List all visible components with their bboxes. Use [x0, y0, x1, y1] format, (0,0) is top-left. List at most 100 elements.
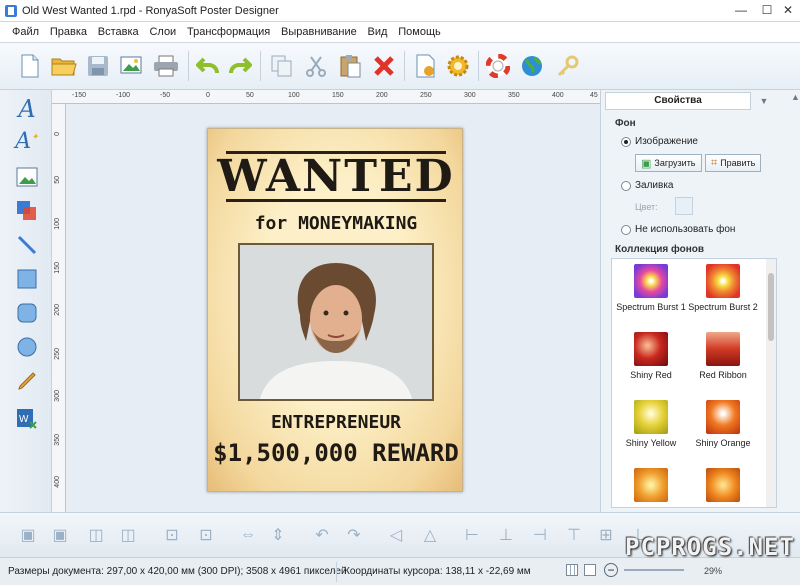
- export-word-icon[interactable]: W: [14, 406, 40, 432]
- cut-icon[interactable]: [302, 52, 330, 80]
- paste-icon[interactable]: [336, 52, 364, 80]
- radio-fill[interactable]: [621, 180, 631, 191]
- send-backward-icon[interactable]: ◫: [116, 523, 140, 547]
- delete-icon[interactable]: [370, 52, 398, 80]
- radio-image[interactable]: [621, 136, 631, 147]
- image-icon[interactable]: [14, 164, 40, 190]
- rotate-left-icon[interactable]: ↶: [310, 523, 334, 547]
- fit-page-icon[interactable]: [584, 564, 596, 576]
- menu-insert[interactable]: Вставка: [94, 22, 143, 42]
- grid-icon[interactable]: [566, 564, 578, 576]
- canvas-area[interactable]: -150 -100 -50 0 50 100 150 200 250 300 3…: [52, 90, 600, 512]
- menu-help[interactable]: Помощь: [394, 22, 445, 42]
- collection-scrollbar[interactable]: [766, 259, 776, 507]
- poster-title[interactable]: ENTREPRENEUR: [208, 412, 464, 433]
- poster-headline[interactable]: WANTED: [208, 151, 464, 202]
- line-icon[interactable]: [14, 232, 40, 258]
- load-button[interactable]: ▣ Загрузить: [635, 154, 702, 172]
- collection-item[interactable]: Red Ribbon: [684, 329, 762, 397]
- zoom-slider[interactable]: [624, 569, 684, 571]
- menu-view[interactable]: Вид: [364, 22, 392, 42]
- ruler-label: 50: [246, 92, 254, 99]
- zoom-level: 29%: [704, 566, 723, 576]
- new-file-icon[interactable]: [16, 52, 44, 80]
- zoom-out-icon[interactable]: −: [604, 563, 618, 577]
- page-settings-icon[interactable]: [412, 52, 440, 80]
- option-image[interactable]: Изображение: [621, 136, 698, 147]
- same-width-icon[interactable]: ⇔: [236, 523, 260, 547]
- undo-icon[interactable]: [194, 52, 222, 80]
- help-lifebuoy-icon[interactable]: [484, 52, 512, 80]
- menu-align[interactable]: Выравнивание: [277, 22, 361, 42]
- collection-item[interactable]: Shiny Red: [612, 329, 690, 397]
- align-middle-icon[interactable]: ⊞: [594, 523, 618, 547]
- curved-text-icon[interactable]: A✦: [14, 128, 40, 154]
- bring-forward-icon[interactable]: ◫: [84, 523, 108, 547]
- group-icon[interactable]: ⊡: [160, 523, 184, 547]
- align-center-icon[interactable]: ⊥: [494, 523, 518, 547]
- ungroup-icon[interactable]: ⊡: [194, 523, 218, 547]
- text-icon[interactable]: A: [14, 95, 40, 123]
- copy-icon[interactable]: [268, 52, 296, 80]
- gear-icon[interactable]: [444, 52, 472, 80]
- print-icon[interactable]: [152, 52, 180, 80]
- edit-button-label: Править: [720, 158, 756, 168]
- clipart-icon[interactable]: [14, 198, 40, 224]
- save-icon[interactable]: [84, 52, 112, 80]
- close-button[interactable]: ✕: [776, 0, 800, 21]
- open-folder-icon[interactable]: [50, 52, 78, 80]
- export-image-icon[interactable]: [118, 52, 146, 80]
- ruler-label: 150: [332, 92, 344, 99]
- radio-none[interactable]: [621, 224, 631, 235]
- send-back-icon[interactable]: ▣: [48, 523, 72, 547]
- align-left-icon[interactable]: ⊢: [460, 523, 484, 547]
- collection-item-label: Spectrum Burst 1: [616, 302, 686, 312]
- thumbnail: [706, 332, 740, 366]
- image-icon: ▣: [641, 157, 652, 170]
- chevron-down-icon[interactable]: ▼: [755, 92, 773, 110]
- collection-item[interactable]: Shiny Orange: [684, 397, 762, 465]
- option-none[interactable]: Не использовать фон: [621, 224, 735, 235]
- key-icon[interactable]: [554, 52, 582, 80]
- rotate-right-icon[interactable]: ↷: [342, 523, 366, 547]
- color-swatch[interactable]: [675, 197, 693, 215]
- poster-page[interactable]: WANTED for MONEYMAKING ENTREPRENEUR $1,5…: [207, 128, 463, 492]
- align-right-icon[interactable]: ⊣: [528, 523, 552, 547]
- bring-front-icon[interactable]: ▣: [16, 523, 40, 547]
- menu-file[interactable]: Файл: [8, 22, 43, 42]
- properties-tab[interactable]: Свойства: [605, 92, 751, 110]
- same-height-icon[interactable]: ⇕: [266, 523, 290, 547]
- align-top-icon[interactable]: ⊤: [562, 523, 586, 547]
- collection-item[interactable]: [684, 465, 762, 507]
- edit-button[interactable]: ⌗ Править: [705, 154, 762, 172]
- flip-horizontal-icon[interactable]: ◁: [384, 523, 408, 547]
- ruler-label: 350: [508, 92, 520, 99]
- rectangle-icon[interactable]: [14, 266, 40, 292]
- collection-item[interactable]: [612, 465, 690, 507]
- option-fill[interactable]: Заливка: [621, 180, 674, 191]
- flip-vertical-icon[interactable]: △: [418, 523, 442, 547]
- redo-icon[interactable]: [226, 52, 254, 80]
- status-bar: Размеры документа: 297,00 x 420,00 мм (3…: [0, 557, 800, 585]
- collection-item[interactable]: Spectrum Burst 1: [612, 261, 690, 329]
- collection-title: Коллекция фонов: [615, 244, 705, 255]
- scrollbar-thumb[interactable]: [768, 273, 774, 341]
- collection-item[interactable]: Shiny Yellow: [612, 397, 690, 465]
- collection-item[interactable]: Spectrum Burst 2: [684, 261, 762, 329]
- menu-transform[interactable]: Трансформация: [183, 22, 274, 42]
- ruler-label: 0: [54, 132, 61, 136]
- ruler-label: -50: [160, 92, 171, 99]
- thumbnail: [634, 332, 668, 366]
- ellipse-icon[interactable]: [14, 334, 40, 360]
- pin-icon[interactable]: ▲: [791, 92, 800, 110]
- poster-photo[interactable]: [238, 243, 434, 401]
- menu-layers[interactable]: Слои: [145, 22, 180, 42]
- poster-reward[interactable]: $1,500,000 REWARD: [208, 439, 464, 467]
- menu-edit[interactable]: Правка: [46, 22, 91, 42]
- poster-subtitle[interactable]: for MONEYMAKING: [208, 213, 464, 234]
- globe-icon[interactable]: [518, 52, 546, 80]
- pencil-icon[interactable]: [14, 368, 40, 394]
- rounded-rectangle-icon[interactable]: [14, 300, 40, 326]
- poster-bottom-rule: [226, 199, 446, 202]
- option-none-label: Не использовать фон: [635, 224, 736, 235]
